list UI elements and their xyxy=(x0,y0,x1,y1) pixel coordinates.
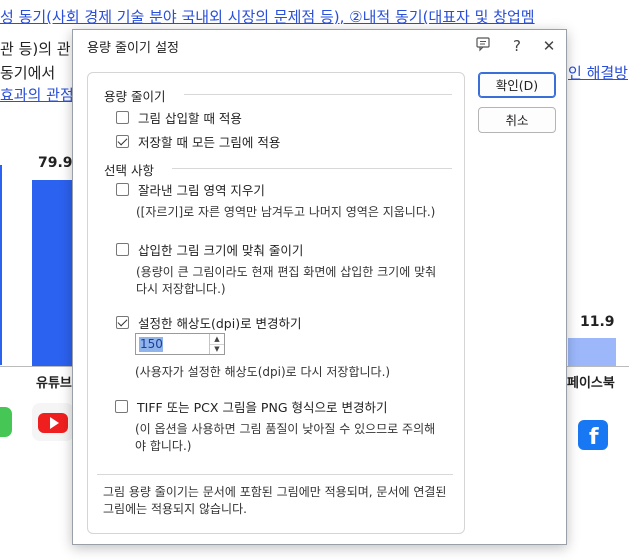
option-delete-cropped[interactable]: 잘라낸 그림 영역 지우기 xyxy=(116,180,265,198)
option-label: 저장할 때 모든 그림에 적용 xyxy=(138,134,281,150)
section-divider xyxy=(184,94,452,95)
dpi-spinner[interactable]: 150 ▲ ▼ xyxy=(135,333,225,355)
option-description: ([자르기]로 자른 영역만 남겨두고 나머지 영역은 지웁니다.) xyxy=(136,205,436,219)
section-divider xyxy=(172,168,452,169)
ok-button[interactable]: 확인(D) xyxy=(478,72,556,98)
dpi-value[interactable]: 150 xyxy=(140,337,163,351)
dpi-spin-buttons: ▲ ▼ xyxy=(209,334,224,354)
footer-note: 그림 용량 줄이기는 문서에 포함된 그림에만 적용되며, 문서에 연결된 xyxy=(103,485,447,499)
option-apply-on-insert[interactable]: 그림 삽입할 때 적용 xyxy=(116,108,242,126)
footer-divider xyxy=(97,474,453,475)
app-icon-green xyxy=(0,407,12,437)
checkbox-change-dpi[interactable] xyxy=(116,315,129,329)
section-heading-select: 선택 사항 xyxy=(104,163,154,178)
option-label: 설정한 해상도(dpi)로 변경하기 xyxy=(138,315,302,331)
checkbox-apply-on-insert[interactable] xyxy=(116,110,129,124)
option-description: (사용자가 설정한 해상도(dpi)로 다시 저장합니다.) xyxy=(135,365,391,379)
option-change-dpi[interactable]: 설정한 해상도(dpi)로 변경하기 xyxy=(116,313,302,331)
facebook-icon: f xyxy=(578,420,608,450)
doc-text: 관 등)의 관 xyxy=(0,40,71,58)
cancel-button[interactable]: 취소 xyxy=(478,107,556,133)
close-icon[interactable]: ✕ xyxy=(539,36,559,56)
doc-line-1: 성 동기(사회 경제 기술 분야 국내외 시장의 문제점 등), ②내적 동기(… xyxy=(0,7,535,27)
chart-bar-edge xyxy=(0,165,2,365)
option-fit-inserted-size[interactable]: 삽입한 그림 크기에 맞춰 줄이기 xyxy=(116,240,303,258)
dialog-title: 용량 줄이기 설정 xyxy=(87,41,179,56)
option-description: 다시 저장합니다.) xyxy=(136,282,226,296)
chart-value-label: 79.9 xyxy=(38,155,73,171)
doc-text: 동기에서 xyxy=(0,64,56,82)
doc-link[interactable]: 효과의 관점 xyxy=(0,86,74,104)
reduce-size-dialog: 용량 줄이기 설정 ? ✕ 용량 줄이기 그림 삽입할 때 적용 저장할 때 모… xyxy=(72,29,567,545)
chart-bar-youtube xyxy=(32,180,72,366)
settings-panel: 용량 줄이기 그림 삽입할 때 적용 저장할 때 모든 그림에 적용 선택 사항… xyxy=(87,72,465,534)
chevron-down-icon[interactable]: ▼ xyxy=(210,344,224,354)
dialog-titlebar[interactable]: 용량 줄이기 설정 ? ✕ xyxy=(73,30,566,62)
checkbox-fit-inserted-size[interactable] xyxy=(116,242,129,256)
option-label: 그림 삽입할 때 적용 xyxy=(138,110,242,126)
chart-bar-facebook xyxy=(568,338,616,366)
option-description: 야 합니다.) xyxy=(135,439,192,453)
option-description: (용량이 큰 그림이라도 현재 편집 화면에 삽입한 크기에 맞춰 xyxy=(136,265,437,279)
section-heading-reduce: 용량 줄이기 xyxy=(104,89,166,104)
checkbox-tiff-pcx-to-png[interactable] xyxy=(115,399,128,413)
footer-note: 그림에는 적용되지 않습니다. xyxy=(103,502,247,516)
checkbox-delete-cropped[interactable] xyxy=(116,182,129,196)
option-label: TIFF 또는 PCX 그림을 PNG 형식으로 변경하기 xyxy=(137,399,388,415)
option-label: 삽입한 그림 크기에 맞춰 줄이기 xyxy=(138,242,304,258)
option-apply-on-save[interactable]: 저장할 때 모든 그림에 적용 xyxy=(116,132,280,150)
option-description: (이 옵션을 사용하면 그림 품질이 낮아질 수 있으므로 주의해 xyxy=(135,422,436,436)
doc-link[interactable]: 인 해결방 xyxy=(568,64,628,82)
chart-value-label: 11.9 xyxy=(580,314,615,330)
doc-line-3-right: 인 해결방 xyxy=(568,63,628,83)
option-tiff-pcx-to-png[interactable]: TIFF 또는 PCX 그림을 PNG 형식으로 변경하기 xyxy=(115,397,387,415)
help-icon[interactable]: ? xyxy=(507,36,527,56)
chart-category-label: 페이스북 xyxy=(567,376,615,391)
doc-line-3: 동기에서 xyxy=(0,63,55,83)
chart-category-label: 유튜브 xyxy=(36,376,72,391)
doc-line-4: 효과의 관점 xyxy=(0,85,74,105)
youtube-icon xyxy=(32,403,74,441)
checkbox-apply-on-save[interactable] xyxy=(116,134,129,148)
doc-text: 성 동기(사회 경제 기술 분야 국내외 시장의 문제점 등), ②내적 동기(… xyxy=(0,8,535,26)
doc-line-2: 관 등)의 관 xyxy=(0,39,71,59)
comment-icon[interactable] xyxy=(473,36,493,56)
option-label: 잘라낸 그림 영역 지우기 xyxy=(138,182,265,198)
